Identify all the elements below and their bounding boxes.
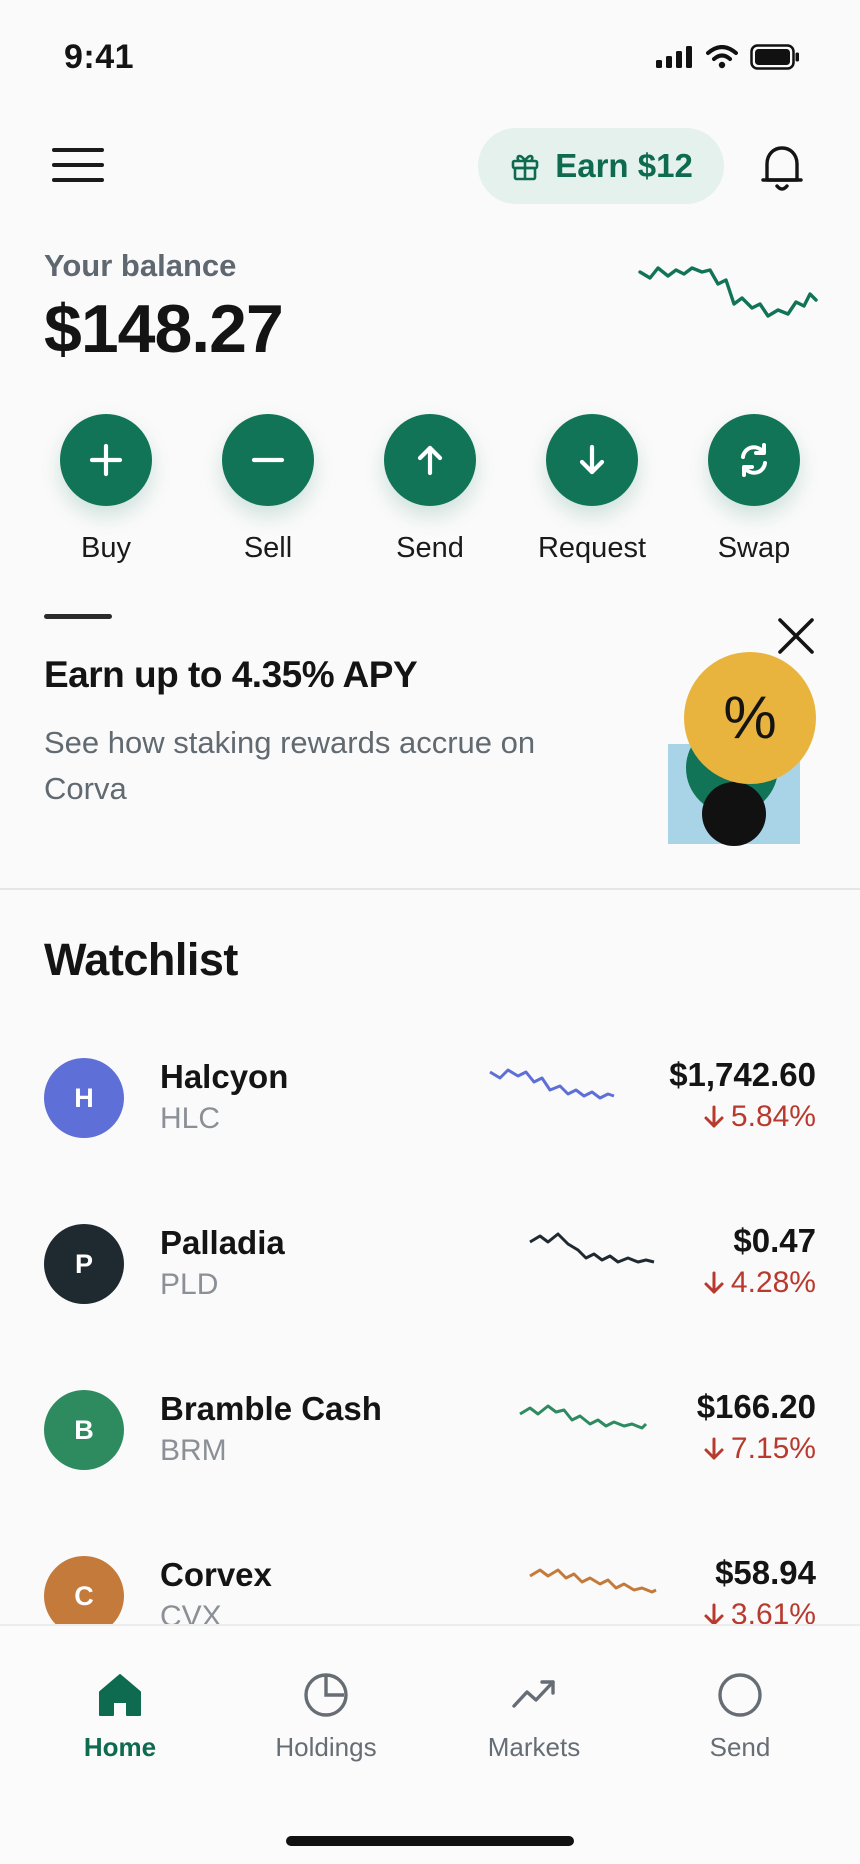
nav-label: Holdings bbox=[275, 1732, 377, 1762]
balance-label: Your balance bbox=[44, 248, 237, 283]
asset-name: Bramble Cash bbox=[160, 1390, 382, 1427]
swap-icon bbox=[741, 443, 767, 477]
status-icons bbox=[656, 44, 800, 70]
send-button[interactable] bbox=[384, 414, 476, 506]
watchlist-row-halcyon[interactable]: H Halcyon HLC $1,742.60 5.84% bbox=[0, 1038, 860, 1178]
status-time: 9:41 bbox=[64, 38, 135, 76]
signal-icon bbox=[656, 46, 692, 68]
watchlist-title: Watchlist bbox=[44, 934, 238, 985]
asset-change: 4.28% bbox=[703, 1266, 816, 1300]
asset-price: $1,742.60 bbox=[669, 1056, 816, 1093]
pie-chart-icon bbox=[304, 1673, 348, 1717]
asset-change: 5.84% bbox=[703, 1100, 816, 1134]
trend-icon bbox=[512, 1680, 555, 1708]
minus-icon bbox=[251, 457, 285, 463]
arrow-down-icon bbox=[579, 444, 605, 475]
bottom-navigation: Home Holdings Markets Send bbox=[0, 1624, 860, 1864]
asset-ticker: PLD bbox=[160, 1268, 219, 1301]
swap-button[interactable] bbox=[708, 414, 800, 506]
nav-label: Send bbox=[709, 1732, 771, 1762]
asset-name: Halcyon bbox=[160, 1058, 289, 1095]
buy-button[interactable] bbox=[60, 414, 152, 506]
earn-referral-button[interactable]: Earn $12 bbox=[478, 128, 724, 204]
sell-label: Sell bbox=[243, 532, 293, 564]
balance-sparkline bbox=[638, 266, 818, 318]
change-value: 7.15% bbox=[730, 1432, 816, 1465]
balance-amount: $148.27 bbox=[44, 291, 284, 367]
sell-action[interactable]: Sell bbox=[208, 414, 328, 565]
nav-label: Markets bbox=[487, 1732, 581, 1762]
asset-price: $58.94 bbox=[715, 1554, 816, 1591]
buy-action[interactable]: Buy bbox=[46, 414, 166, 565]
asset-ticker: HLC bbox=[160, 1102, 221, 1135]
request-button[interactable] bbox=[546, 414, 638, 506]
home-icon bbox=[99, 1674, 141, 1716]
section-divider bbox=[0, 888, 860, 890]
wifi-icon bbox=[706, 45, 738, 69]
nav-send[interactable]: Send bbox=[660, 1672, 820, 1763]
watchlist-row-bramble-cash[interactable]: B Bramble Cash BRM $166.20 7.15% bbox=[0, 1370, 860, 1510]
arrow-down-icon bbox=[704, 1105, 724, 1128]
asset-name: Corvex bbox=[160, 1556, 272, 1593]
sell-button[interactable] bbox=[222, 414, 314, 506]
asset-ticker: BRM bbox=[160, 1434, 227, 1467]
arrow-down-icon bbox=[704, 1437, 724, 1460]
promo-description: See how staking rewards accrue on Corva bbox=[44, 725, 536, 806]
bell-icon[interactable] bbox=[758, 142, 806, 194]
nav-label: Home bbox=[83, 1732, 157, 1762]
send-label: Send bbox=[396, 532, 464, 564]
promo-illustration: % bbox=[660, 648, 820, 848]
swap-label: Swap bbox=[717, 532, 791, 564]
avatar: P bbox=[44, 1224, 124, 1304]
change-value: 4.28% bbox=[730, 1266, 816, 1299]
menu-button[interactable] bbox=[52, 148, 104, 184]
request-action[interactable]: Request bbox=[532, 414, 652, 565]
earn-label: Earn $12 bbox=[555, 147, 693, 184]
asset-change: 7.15% bbox=[703, 1432, 816, 1466]
menu-icon bbox=[52, 148, 104, 152]
change-value: 5.84% bbox=[730, 1100, 816, 1133]
battery-icon bbox=[750, 44, 799, 70]
avatar: H bbox=[44, 1058, 124, 1138]
watchlist-row-palladia[interactable]: P Palladia PLD $0.47 4.28% bbox=[0, 1204, 860, 1344]
asset-price: $166.20 bbox=[696, 1388, 816, 1425]
send-action[interactable]: Send bbox=[370, 414, 490, 565]
swap-action[interactable]: Swap bbox=[694, 414, 814, 565]
nav-holdings[interactable]: Holdings bbox=[246, 1672, 406, 1763]
home-indicator bbox=[286, 1836, 574, 1846]
asset-sparkline bbox=[519, 1404, 648, 1430]
promo-title: Earn up to 4.35% APY bbox=[44, 654, 418, 695]
asset-name: Palladia bbox=[160, 1224, 285, 1261]
asset-sparkline bbox=[489, 1068, 615, 1100]
asset-sparkline bbox=[529, 1232, 655, 1264]
buy-label: Buy bbox=[81, 532, 131, 564]
request-label: Request bbox=[537, 532, 646, 564]
circle-icon bbox=[718, 1673, 762, 1717]
asset-price: $0.47 bbox=[733, 1222, 816, 1259]
avatar: B bbox=[44, 1390, 124, 1470]
gift-icon bbox=[511, 154, 539, 181]
arrow-up-icon bbox=[417, 445, 443, 476]
asset-sparkline bbox=[529, 1568, 657, 1594]
arrow-down-icon bbox=[704, 1271, 724, 1294]
plus-icon bbox=[89, 443, 123, 477]
nav-markets[interactable]: Markets bbox=[454, 1672, 614, 1763]
promo-indicator bbox=[44, 614, 112, 619]
percent-badge: % bbox=[723, 684, 777, 751]
nav-home[interactable]: Home bbox=[40, 1672, 200, 1763]
